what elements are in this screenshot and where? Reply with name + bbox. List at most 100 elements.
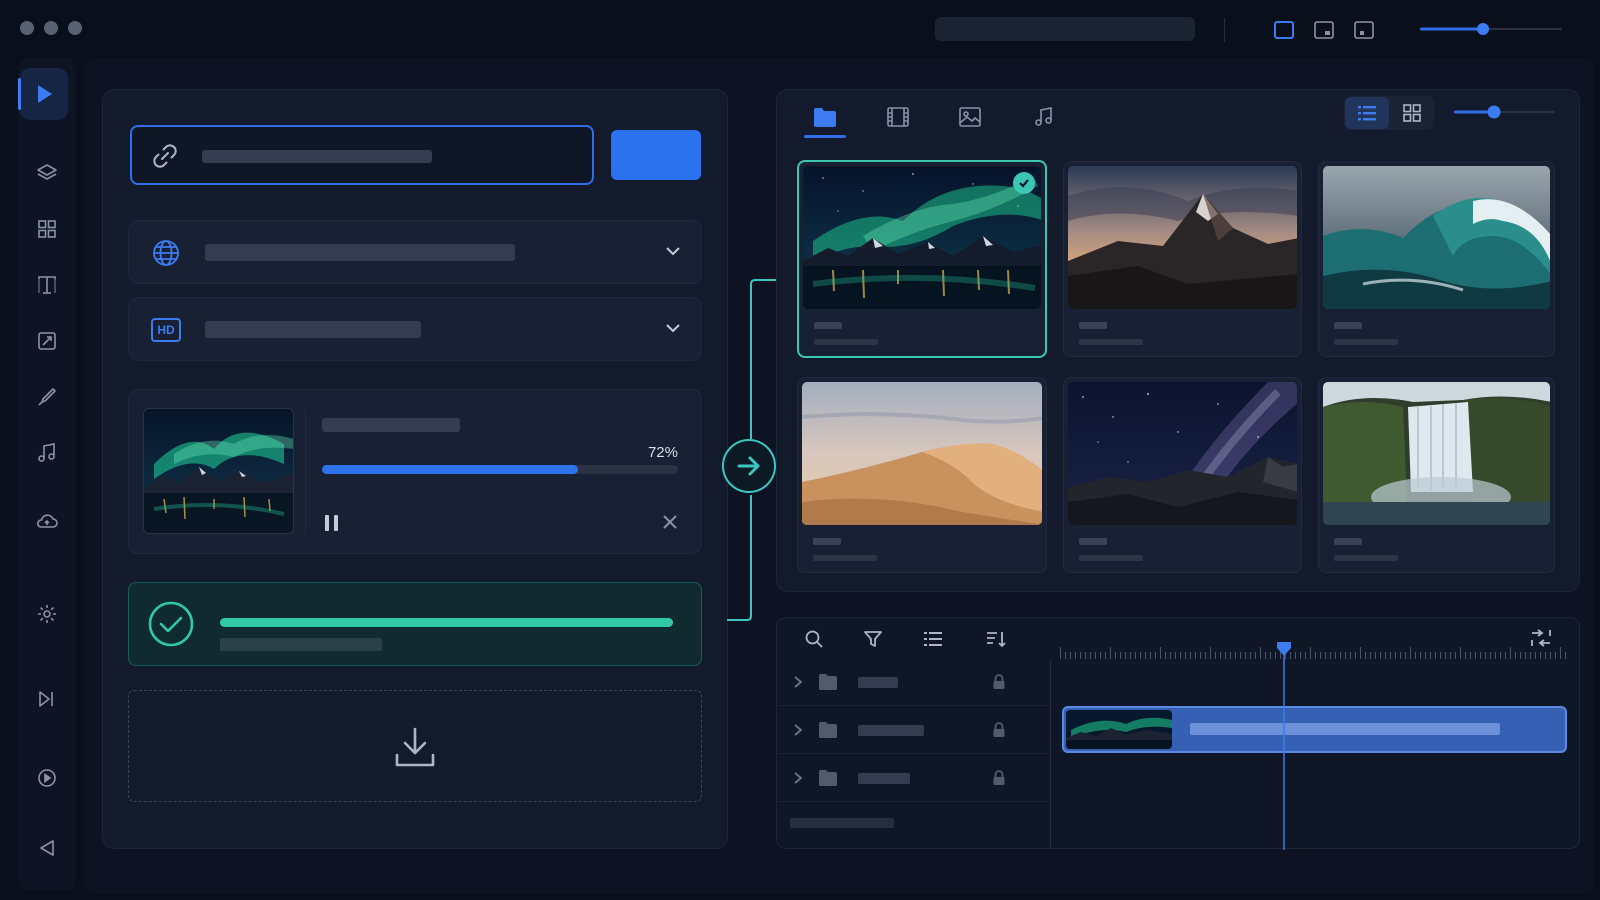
thumbnail-size-slider[interactable]: [1454, 104, 1554, 120]
sidebar-item-play[interactable]: [20, 68, 68, 120]
media-card-meta: [813, 555, 877, 561]
folder-icon: [819, 770, 837, 786]
track-row[interactable]: [778, 706, 1050, 754]
media-card-meta: [1079, 339, 1143, 345]
folder-icon: [819, 722, 837, 738]
thumbnail-mountain: [1068, 166, 1297, 309]
sidebar-item-settings[interactable]: [18, 593, 76, 635]
media-card-type: [1334, 538, 1362, 545]
language-dropdown[interactable]: [128, 220, 702, 284]
track-row[interactable]: [778, 754, 1050, 802]
window-minimize-button[interactable]: [44, 21, 58, 35]
transfer-button[interactable]: [722, 439, 776, 493]
link-icon: [153, 144, 177, 168]
tab-images[interactable]: [942, 95, 998, 139]
image-edit-icon: [38, 332, 56, 350]
media-card-milky-way[interactable]: [1063, 377, 1302, 573]
thumbnail-wave: [1323, 166, 1550, 309]
quality-dropdown[interactable]: HD: [128, 297, 702, 361]
grid-view-button[interactable]: [1391, 97, 1433, 129]
media-card-type: [813, 538, 841, 545]
brush-icon: [38, 388, 56, 406]
list-view-button[interactable]: [1345, 97, 1389, 129]
globe-icon: [153, 240, 179, 266]
gear-icon: [38, 605, 56, 623]
media-card-mountain[interactable]: [1063, 161, 1302, 357]
media-card-meta: [814, 339, 878, 345]
media-card-meta: [1334, 339, 1398, 345]
back-icon: [40, 840, 54, 856]
url-placeholder: [202, 150, 432, 163]
list-icon: [1358, 106, 1376, 121]
tab-audio[interactable]: [1016, 95, 1072, 139]
folder-icon: [819, 674, 837, 690]
check-circle-icon: [147, 600, 195, 648]
pause-button[interactable]: [322, 512, 342, 534]
timeline-filter-button[interactable]: [858, 626, 888, 652]
sidebar-item-preview[interactable]: [18, 757, 76, 799]
cloud-icon: [36, 514, 58, 528]
language-value: [205, 244, 515, 261]
download-filename: [322, 418, 460, 432]
list-icon: [924, 632, 942, 646]
sidebar-item-layers[interactable]: [18, 152, 76, 194]
media-card-meta: [1079, 555, 1143, 561]
layout-corner-icon[interactable]: [1351, 17, 1377, 43]
tab-videos[interactable]: [870, 95, 926, 139]
sidebar-item-cloud[interactable]: [18, 500, 76, 542]
complete-file-label: [220, 638, 382, 651]
media-card-wave[interactable]: [1318, 161, 1555, 357]
selected-check-icon: [1013, 172, 1035, 194]
film-icon: [887, 107, 909, 127]
media-card-waterfall[interactable]: [1318, 377, 1555, 573]
title-search-field[interactable]: [935, 17, 1195, 41]
layout-pip-icon[interactable]: [1311, 17, 1337, 43]
close-icon: [663, 515, 677, 529]
playhead[interactable]: [1275, 642, 1293, 850]
media-card-aurora[interactable]: [797, 160, 1047, 358]
music-icon: [1035, 107, 1052, 126]
track-name: [858, 677, 898, 688]
clip-label: [1190, 723, 1500, 735]
progress-fill: [322, 465, 579, 474]
sidebar-item-music[interactable]: [18, 432, 76, 474]
track-row[interactable]: [778, 658, 1050, 706]
download-button[interactable]: [611, 130, 701, 180]
layout-single-icon[interactable]: [1271, 17, 1297, 43]
track-name: [858, 725, 924, 736]
sidebar-item-image-edit[interactable]: [18, 320, 76, 362]
pause-icon: [325, 515, 338, 531]
window-close-button[interactable]: [20, 21, 34, 35]
play-circle-icon: [38, 769, 56, 787]
tab-folders[interactable]: [797, 95, 853, 139]
active-tab-indicator: [804, 135, 846, 138]
sidebar-active-indicator: [18, 78, 21, 110]
media-card-type: [1334, 322, 1362, 329]
sidebar-item-text[interactable]: [18, 264, 76, 306]
thumbnail-waterfall: [1323, 382, 1550, 525]
media-card-dunes[interactable]: [797, 377, 1047, 573]
sidebar-item-brush[interactable]: [18, 376, 76, 418]
thumbnail-aurora: [803, 166, 1041, 309]
lock-icon: [993, 674, 1005, 689]
sidebar-item-back[interactable]: [18, 827, 76, 869]
toolbar-divider: [1224, 18, 1225, 42]
timeline-list-button[interactable]: [918, 626, 948, 652]
thumbnail-dunes: [802, 382, 1042, 525]
timeline-sort-button[interactable]: [981, 626, 1011, 652]
clip-thumbnail: [1066, 710, 1172, 749]
chevron-down-icon: [666, 324, 680, 333]
volume-slider[interactable]: [1420, 22, 1562, 36]
lock-icon: [993, 722, 1005, 737]
sidebar-item-export[interactable]: [18, 678, 76, 720]
sidebar-item-grid[interactable]: [18, 208, 76, 250]
url-input[interactable]: [130, 125, 594, 185]
drop-zone[interactable]: [128, 690, 702, 802]
window-maximize-button[interactable]: [68, 21, 82, 35]
lock-icon: [993, 770, 1005, 785]
timeline-search-button[interactable]: [799, 626, 829, 652]
media-card-type: [1079, 322, 1107, 329]
time-ruler: [1060, 647, 1566, 659]
hd-badge: HD: [151, 318, 181, 342]
cancel-download-button[interactable]: [660, 512, 680, 532]
